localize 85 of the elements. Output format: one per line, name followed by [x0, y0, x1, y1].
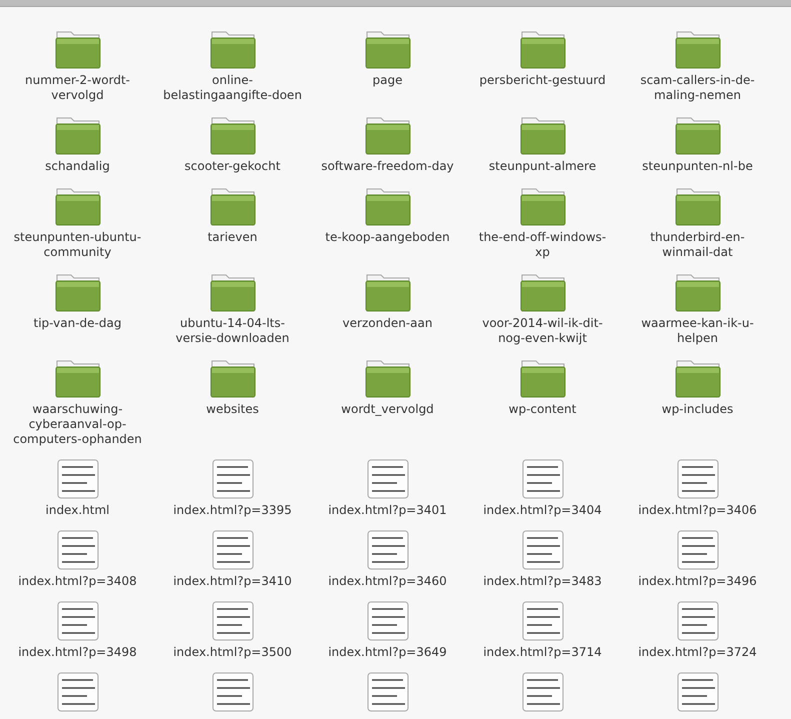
html-file-icon[interactable]	[676, 459, 718, 499]
file-name: waarschuwing-cyberaanval-op-computers-ophanden	[12, 402, 143, 447]
file-name: steunpunten-nl-be	[641, 159, 754, 174]
file-name: schandalig	[44, 159, 111, 174]
html-file-icon[interactable]	[676, 530, 718, 570]
folder-icon[interactable]	[518, 115, 566, 155]
file-name: index.html?p=3401	[327, 503, 448, 518]
html-file-icon[interactable]	[56, 530, 98, 570]
file-name: index.html?p=3404	[482, 503, 603, 518]
file-name: index.html?p=3714	[482, 645, 603, 660]
html-file-icon[interactable]	[212, 459, 254, 499]
file-name: index.html	[44, 503, 110, 518]
file-name: index.html?p=3406	[637, 503, 758, 518]
folder-icon[interactable]	[674, 115, 722, 155]
folder-icon[interactable]	[674, 358, 722, 398]
folder-icon[interactable]	[364, 272, 412, 312]
file-name: index.html?p=3395	[172, 503, 293, 518]
folder-icon[interactable]	[364, 358, 412, 398]
folder-icon[interactable]	[208, 186, 256, 226]
file-name: scooter-gekocht	[184, 159, 282, 174]
file-name: verzonden-aan	[342, 316, 434, 331]
file-name: index.html?p=3724	[637, 645, 758, 660]
html-file-icon[interactable]	[366, 459, 408, 499]
html-file-icon[interactable]	[522, 530, 564, 570]
html-file-icon[interactable]	[676, 672, 718, 712]
file-name: page	[372, 73, 404, 88]
folder-icon[interactable]	[674, 29, 722, 69]
file-name: thunderbird-en-winmail-dat	[649, 230, 746, 260]
file-name: index.html?p=3460	[327, 574, 448, 589]
file-name: the-end-off-windows-xp	[478, 230, 608, 260]
file-name: steunpunten-ubuntu-community	[12, 230, 142, 260]
folder-icon[interactable]	[54, 29, 102, 69]
file-name: waarmee-kan-ik-u-helpen	[640, 316, 755, 346]
folder-icon[interactable]	[54, 272, 102, 312]
file-name: index.html?p=3410	[172, 574, 293, 589]
file-name: steunpunt-almere	[488, 159, 598, 174]
file-name: index.html?p=3498	[17, 645, 138, 660]
file-name: scam-callers-in-de-maling-nemen	[639, 73, 756, 103]
file-name: ubuntu-14-04-lts-versie-downloaden	[174, 316, 290, 346]
html-file-icon[interactable]	[212, 672, 254, 712]
folder-icon[interactable]	[54, 186, 102, 226]
file-name: index.html?p=3500	[172, 645, 293, 660]
html-file-icon[interactable]	[366, 601, 408, 641]
file-name: wp-content	[508, 402, 578, 417]
html-file-icon[interactable]	[56, 459, 98, 499]
html-file-icon[interactable]	[522, 459, 564, 499]
folder-icon[interactable]	[208, 115, 256, 155]
html-file-icon[interactable]	[366, 672, 408, 712]
file-name: index.html?p=3496	[637, 574, 758, 589]
folder-icon[interactable]	[518, 272, 566, 312]
file-name: tarieven	[206, 230, 258, 245]
file-name: websites	[205, 402, 260, 417]
file-name: online-belastingaangifte-doen	[162, 73, 302, 103]
folder-icon[interactable]	[518, 186, 566, 226]
file-name: wordt_vervolgd	[340, 402, 435, 417]
file-name: wp-includes	[660, 402, 734, 417]
folder-icon[interactable]	[208, 358, 256, 398]
html-file-icon[interactable]	[56, 601, 98, 641]
html-file-icon[interactable]	[212, 601, 254, 641]
folder-icon[interactable]	[518, 358, 566, 398]
folder-icon[interactable]	[54, 115, 102, 155]
folder-icon[interactable]	[674, 272, 722, 312]
folder-icon[interactable]	[54, 358, 102, 398]
file-name: index.html?p=3649	[327, 645, 448, 660]
folder-icon[interactable]	[208, 272, 256, 312]
html-file-icon[interactable]	[676, 601, 718, 641]
file-name: index.html?p=3408	[17, 574, 138, 589]
file-name: persbericht-gestuurd	[478, 73, 607, 88]
folder-icon[interactable]	[518, 29, 566, 69]
html-file-icon[interactable]	[366, 530, 408, 570]
folder-icon[interactable]	[208, 29, 256, 69]
file-name: index.html?p=3483	[482, 574, 603, 589]
folder-icon[interactable]	[364, 115, 412, 155]
file-name: software-freedom-day	[320, 159, 455, 174]
html-file-icon[interactable]	[522, 672, 564, 712]
html-file-icon[interactable]	[212, 530, 254, 570]
html-file-icon[interactable]	[56, 672, 98, 712]
folder-icon[interactable]	[674, 186, 722, 226]
file-name: voor-2014-wil-ik-dit-nog-even-kwijt	[481, 316, 604, 346]
html-file-icon[interactable]	[522, 601, 564, 641]
folder-icon[interactable]	[364, 186, 412, 226]
file-name: tip-van-de-dag	[32, 316, 122, 331]
file-name: te-koop-aangeboden	[324, 230, 451, 245]
folder-icon[interactable]	[364, 29, 412, 69]
file-name: nummer-2-wordt-vervolgd	[24, 73, 131, 103]
